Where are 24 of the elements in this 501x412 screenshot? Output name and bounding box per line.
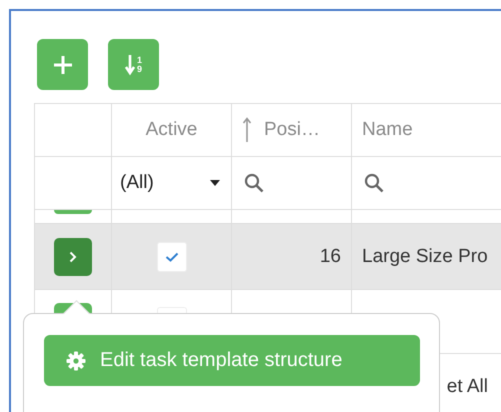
check-icon: [164, 252, 178, 262]
search-field[interactable]: [364, 173, 384, 193]
edit-structure-button[interactable]: Edit task template structure: [44, 335, 420, 386]
column-header[interactable]: Posi…: [264, 119, 320, 141]
sort-button[interactable]: 1 9: [108, 39, 159, 90]
gear-icon: [66, 350, 86, 370]
plus-icon: [52, 54, 72, 74]
column-header[interactable]: Name: [362, 119, 413, 141]
expand-button[interactable]: [54, 210, 92, 214]
digit-label: 1: [136, 56, 142, 64]
table-cell: Large Size Pro: [352, 224, 501, 290]
filter-dropdown[interactable]: (All): [120, 172, 220, 194]
add-button[interactable]: [37, 39, 88, 90]
table-cell: 16: [232, 224, 352, 290]
down-arrow-icon: [124, 54, 135, 76]
checkbox[interactable]: [156, 242, 186, 272]
search-icon: [364, 173, 384, 193]
search-field[interactable]: [244, 173, 264, 193]
digit-label: 9: [136, 64, 142, 74]
search-icon: [244, 173, 264, 193]
chevron-right-icon: [69, 250, 77, 262]
caret-icon: [210, 180, 220, 186]
expand-button[interactable]: [54, 238, 92, 276]
column-header[interactable]: Active: [146, 119, 198, 141]
